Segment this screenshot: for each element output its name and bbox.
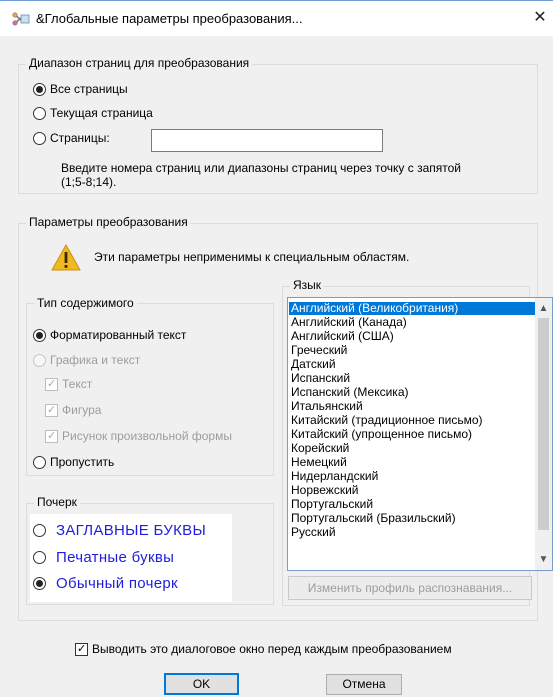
radio-print-label: Печатные буквы (56, 549, 175, 566)
checkbox-indicator[interactable]: ✓ (45, 377, 58, 391)
checkbox-freeform[interactable]: ✓ Рисунок произвольной формы (45, 429, 232, 443)
checkbox-indicator[interactable]: ✓ (45, 429, 58, 443)
radio-indicator[interactable] (33, 328, 46, 342)
checkbox-indicator[interactable]: ✓ (75, 642, 88, 656)
page-range-label: Диапазон страниц для преобразования (26, 56, 253, 70)
list-item[interactable]: Китайский (традиционное письмо) (289, 414, 483, 427)
radio-all-pages-label: Все страницы (50, 82, 128, 96)
scroll-up-icon[interactable]: ▲ (535, 300, 552, 317)
conversion-params-label: Параметры преобразования (26, 215, 191, 229)
list-item[interactable]: Португальский (289, 498, 373, 511)
radio-caps[interactable]: ЗАГЛАВНЫЕ БУКВЫ (33, 522, 206, 539)
radio-cursive[interactable]: Обычный почерк (33, 575, 178, 592)
close-icon[interactable]: ✕ (527, 1, 553, 37)
list-item[interactable]: Португальский (Бразильский) (289, 512, 456, 525)
list-item[interactable]: Английский (Канада) (289, 316, 407, 329)
checkbox-freeform-label: Рисунок произвольной формы (62, 429, 232, 443)
radio-graphics-text[interactable]: Графика и текст (33, 353, 140, 367)
checkbox-indicator[interactable]: ✓ (45, 403, 58, 417)
warning-text: Эти параметры неприменимы к специальным … (94, 250, 410, 264)
list-item[interactable]: Русский (289, 526, 336, 539)
radio-indicator[interactable] (33, 353, 46, 367)
warning-triangle-icon (51, 244, 81, 271)
show-dialog-checkbox[interactable]: ✓ Выводить это диалоговое окно перед каж… (75, 642, 452, 656)
radio-indicator[interactable] (33, 106, 46, 120)
list-item[interactable]: Итальянский (289, 400, 363, 413)
radio-indicator[interactable] (33, 131, 46, 145)
list-item[interactable]: Датский (289, 358, 336, 371)
radio-pages[interactable]: Страницы: (33, 131, 110, 145)
radio-indicator[interactable] (33, 82, 46, 96)
checkbox-text[interactable]: ✓ Текст (45, 377, 92, 391)
radio-graphics-text-label: Графика и текст (50, 353, 141, 367)
radio-formatted-text[interactable]: Форматированный текст (33, 328, 186, 342)
content-type-label: Тип содержимого (34, 296, 137, 310)
radio-pages-label: Страницы: (50, 131, 110, 145)
radio-all-pages[interactable]: Все страницы (33, 82, 128, 96)
radio-indicator[interactable] (33, 551, 46, 564)
handwriting-label: Почерк (34, 495, 80, 509)
cancel-button[interactable]: Отмена (326, 674, 402, 695)
language-listbox[interactable]: Английский (Великобритания) Английский (… (287, 297, 553, 571)
checkbox-text-label: Текст (62, 377, 93, 391)
scroll-thumb[interactable] (538, 318, 549, 530)
radio-current-page-label: Текущая страница (50, 106, 153, 120)
list-item[interactable]: Испанский (Мексика) (289, 386, 409, 399)
radio-formatted-text-label: Форматированный текст (50, 328, 187, 342)
title-bar: &Глобальные параметры преобразования... … (0, 0, 553, 36)
list-item[interactable]: Греческий (289, 344, 347, 357)
radio-caps-label: ЗАГЛАВНЫЕ БУКВЫ (56, 522, 207, 539)
language-label: Язык (290, 278, 325, 292)
list-item[interactable]: Испанский (289, 372, 350, 385)
pages-hint-line2: (1;5-8;14). (61, 175, 117, 189)
radio-print[interactable]: Печатные буквы (33, 549, 174, 566)
radio-skip[interactable]: Пропустить (33, 455, 114, 469)
list-item[interactable]: Нидерландский (289, 470, 378, 483)
scroll-down-icon[interactable]: ▼ (535, 551, 552, 568)
ok-button[interactable]: OK (164, 673, 239, 695)
radio-indicator[interactable] (33, 455, 46, 469)
pages-hint: Введите номера страниц или диапазоны стр… (61, 161, 461, 189)
checkbox-shape[interactable]: ✓ Фигура (45, 403, 101, 417)
list-item[interactable]: Английский (Великобритания) (289, 302, 536, 315)
list-item[interactable]: Немецкий (289, 456, 347, 469)
window-title: &Глобальные параметры преобразования... (36, 11, 303, 26)
pages-input[interactable] (151, 129, 383, 152)
edit-recognition-profile-button[interactable]: Изменить профиль распознавания... (288, 576, 532, 600)
show-dialog-label: Выводить это диалоговое окно перед кажды… (92, 642, 452, 656)
list-item[interactable]: Норвежский (289, 484, 358, 497)
radio-current-page[interactable]: Текущая страница (33, 106, 153, 120)
pages-hint-line1: Введите номера страниц или диапазоны стр… (61, 161, 462, 175)
list-item[interactable]: Корейский (289, 442, 349, 455)
list-item[interactable]: Английский (США) (289, 330, 394, 343)
language-scrollbar[interactable]: ▲ ▼ (535, 298, 552, 570)
radio-indicator[interactable] (33, 524, 46, 537)
radio-cursive-label: Обычный почерк (56, 575, 178, 592)
checkbox-shape-label: Фигура (62, 403, 102, 417)
ocr-scissors-icon (12, 12, 30, 26)
radio-skip-label: Пропустить (50, 455, 115, 469)
radio-indicator[interactable] (33, 577, 46, 590)
list-item[interactable]: Китайский (упрощенное письмо) (289, 428, 472, 441)
